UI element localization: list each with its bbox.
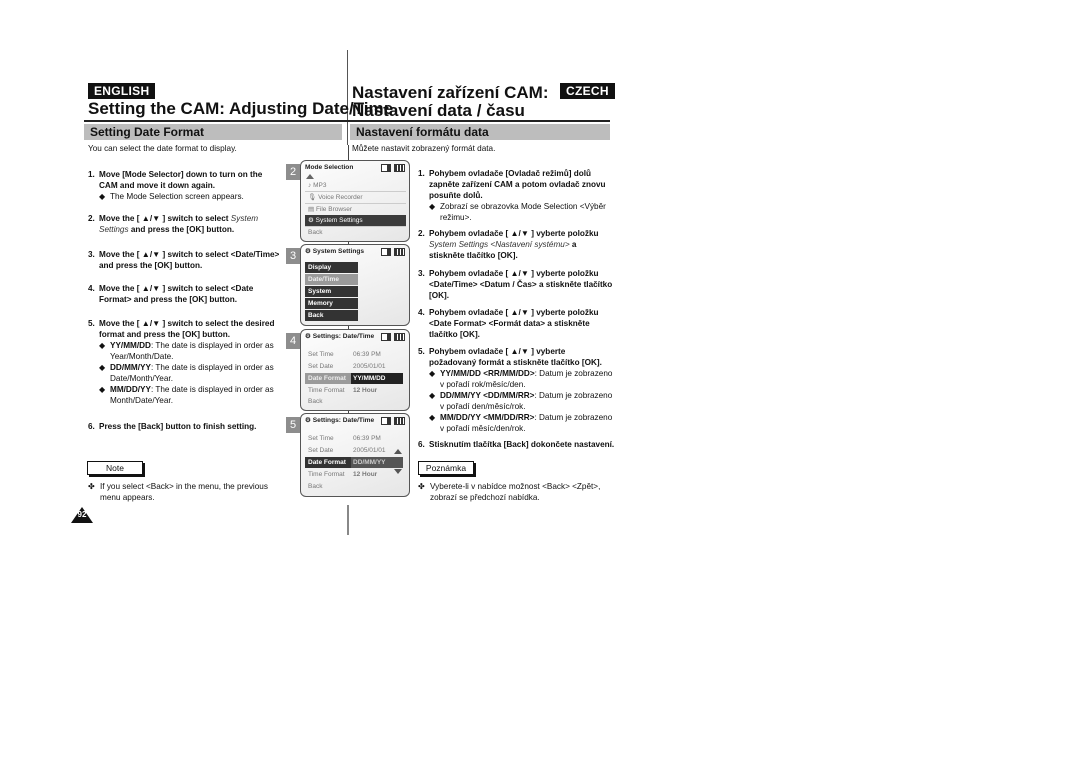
battery-icon [394,417,405,425]
title-rule-czech [348,120,610,122]
note-english: ✤ If you select <Back> in the menu, the … [88,482,268,502]
intro-czech: Můžete nastavit zobrazený formát data. [352,144,496,153]
setting-row-back[interactable]: Back [305,481,406,492]
screen-date-time-yymmdd: ⚙ Settings: Date/Time Set Time 06:39 PM … [300,329,410,411]
scroll-up-icon [306,174,314,179]
menu-item-date-time[interactable]: Date/Time [305,274,358,285]
page-number: 92 [77,510,87,519]
memory-card-icon [381,333,391,341]
screen-mode-selection: Mode Selection ♪ MP3 🎙 Voice Recorder ▤ … [300,160,410,242]
note-label-czech: Poznámka [418,461,474,475]
step-en-3: 3. Move the [ ▲/▼ ] switch to select <Da… [88,250,280,270]
setting-value-date: 2005/01/01 [353,363,386,370]
setting-value-date: 2005/01/01 [353,447,386,454]
step-cz-2: 2. Pohybem ovladače [ ▲/▼ ] vyberte polo… [418,229,599,260]
screen-system-settings: ⚙ System Settings Display Date/Time Syst… [300,244,410,326]
setting-value-date-format[interactable]: YY/MM/DD [351,373,403,384]
battery-icon [394,164,405,172]
diamond-bullet-icon: ◆ [99,363,106,372]
memory-card-icon [381,248,391,256]
screen-title: Mode Selection [305,164,354,171]
screen-date-time-ddmmyy: ⚙ Settings: Date/Time Set Time 06:39 PM … [300,413,410,497]
setting-value-time-format: 12 Hour [353,471,378,478]
setting-row-date-format[interactable]: Date Format [305,457,352,468]
menu-item-mp3[interactable]: ♪ MP3 [305,180,406,192]
diamond-bullet-icon: ◆ [429,202,436,211]
step-cz-5: 5. Pohybem ovladače [ ▲/▼ ] vyberte poža… [418,347,613,433]
diamond-bullet-icon: ◆ [429,369,436,378]
step-cz-6: 6. Stisknutím tlačítka [Back] dokončete … [418,440,615,449]
section-title-czech: Nastavení formátu data [350,124,610,140]
diamond-bullet-icon: ◆ [429,413,436,422]
value-up-arrow-icon[interactable] [394,449,402,454]
page-title-czech-line2: Nastavení data / času [352,101,525,120]
section-title-english: Setting Date Format [84,124,342,140]
setting-value-time: 06:39 PM [353,351,381,358]
menu-item-system-settings[interactable]: ⚙ System Settings [305,215,406,227]
screen-step-number: 5 [286,417,300,433]
step-cz-3: 3. Pohybem ovladače [ ▲/▼ ] vyberte polo… [418,269,613,300]
step-cz-1: 1. Pohybem ovladače [Ovladač režimů] dol… [418,169,606,222]
step-en-4: 4. Move the [ ▲/▼ ] switch to select <Da… [88,284,254,304]
step-en-1: 1. Move [Mode Selector] down to turn on … [88,170,263,201]
page-title-english: Setting the CAM: Adjusting Date/Time [88,99,394,118]
screen-step-number: 2 [286,164,300,180]
menu-item-back[interactable]: Back [305,310,358,321]
center-divider-bottom [347,505,349,535]
diamond-bullet-icon: ◆ [99,341,106,350]
screen-title: Settings: Date/Time [312,417,375,424]
intro-english: You can select the date format to displa… [88,144,237,153]
setting-value-time: 06:39 PM [353,435,381,442]
setting-row-date-format[interactable]: Date Format [305,373,352,384]
setting-value-time-format: 12 Hour [353,387,378,394]
setting-value-date-format[interactable]: DD/MM/YY [351,457,403,468]
screen-title: Settings: Date/Time [312,333,375,340]
czech-language-badge: CZECH [560,83,615,99]
memory-card-icon [381,164,391,172]
battery-icon [394,333,405,341]
screen-title: System Settings [312,248,365,255]
memory-card-icon [381,417,391,425]
english-language-badge: ENGLISH [88,83,156,99]
menu-item-back[interactable]: Back [305,227,406,238]
step-en-6: 6. Press the [Back] button to finish set… [88,422,257,431]
cross-bullet-icon: ✤ [88,482,95,491]
setting-row-back[interactable]: Back [305,396,406,407]
menu-item-display[interactable]: Display [305,262,358,273]
menu-item-system[interactable]: System [305,286,358,297]
center-divider-top [347,50,348,145]
cross-bullet-icon: ✤ [418,482,425,491]
diamond-bullet-icon: ◆ [99,385,106,394]
screen-step-number: 3 [286,248,300,264]
diamond-bullet-icon: ◆ [429,391,436,400]
battery-icon [394,248,405,256]
menu-item-memory[interactable]: Memory [305,298,358,309]
step-cz-4: 4. Pohybem ovladače [ ▲/▼ ] vyberte polo… [418,308,599,339]
step-en-2: 2. Move the [ ▲/▼ ] switch to select Sys… [88,214,259,234]
screen-step-number: 4 [286,333,300,349]
menu-item-voice-recorder[interactable]: 🎙 Voice Recorder [305,192,406,204]
diamond-bullet-icon: ◆ [99,192,106,201]
connector-line [348,145,349,160]
note-label-english: Note [87,461,143,475]
title-rule-english [84,120,348,122]
note-czech: ✤ Vyberete-li v nabídce možnost <Back> <… [418,482,601,502]
step-en-5: 5. Move the [ ▲/▼ ] switch to select the… [88,319,275,405]
